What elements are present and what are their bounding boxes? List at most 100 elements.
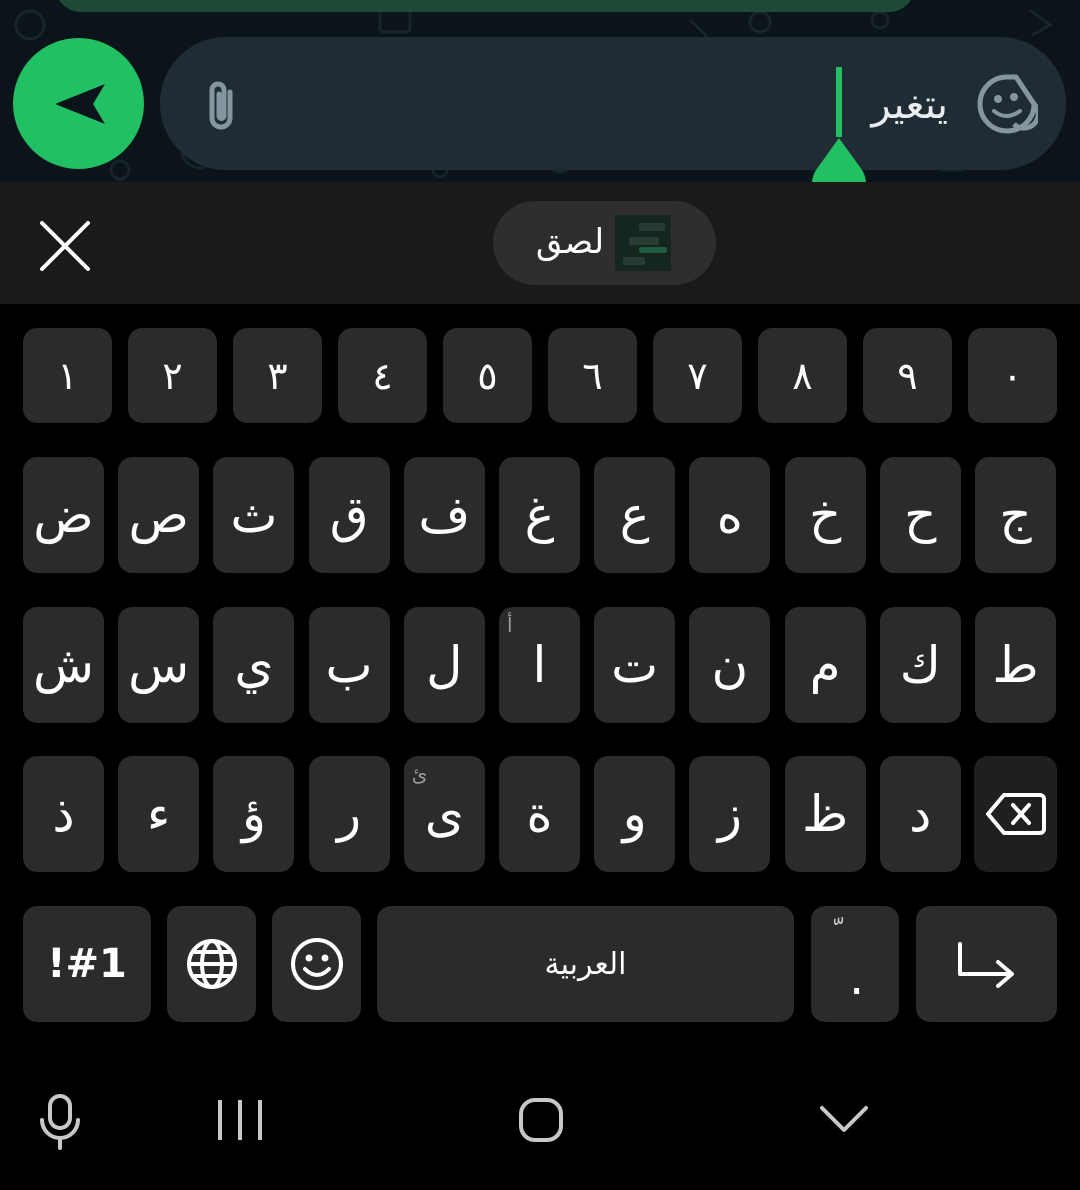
symbols-key-label: !#1 bbox=[47, 941, 127, 987]
key-letter[interactable]: أا bbox=[499, 607, 580, 723]
key-letter[interactable]: ف bbox=[403, 457, 485, 573]
key-letter[interactable]: ص bbox=[118, 457, 200, 573]
key-letter-label: ذ bbox=[52, 785, 75, 843]
key-letter[interactable]: ؤ bbox=[213, 756, 295, 872]
globe-icon bbox=[186, 939, 237, 989]
key-letter[interactable]: ز bbox=[689, 756, 771, 872]
key-letter[interactable]: ئى bbox=[403, 756, 485, 872]
period-key[interactable]: ّ . bbox=[811, 906, 899, 1022]
key-letter[interactable]: ن bbox=[689, 607, 771, 723]
key-letter-label: ر bbox=[337, 785, 362, 843]
chevron-down-icon[interactable] bbox=[818, 1104, 870, 1134]
key-letter-label: ض bbox=[33, 486, 94, 544]
key-number-2-label: ٢ bbox=[162, 353, 183, 398]
key-letter[interactable]: ة bbox=[499, 756, 580, 872]
key-letter-label: ص bbox=[128, 486, 189, 544]
period-key-label: . bbox=[849, 950, 865, 1006]
home-icon[interactable] bbox=[518, 1097, 564, 1143]
key-number-2[interactable]: ٢ bbox=[128, 328, 217, 423]
send-button[interactable] bbox=[13, 38, 144, 169]
key-letter[interactable]: ط bbox=[975, 607, 1056, 723]
clipboard-thumbnail-image bbox=[615, 215, 671, 271]
key-number-10-label: ٠ bbox=[1002, 353, 1023, 398]
key-letter-label: ا bbox=[532, 636, 547, 694]
key-letter[interactable]: ض bbox=[23, 457, 104, 573]
key-letter[interactable]: ر bbox=[308, 756, 390, 872]
sticker-icon[interactable] bbox=[976, 73, 1038, 135]
key-letter-label: ب bbox=[325, 636, 373, 694]
backspace-key[interactable] bbox=[974, 756, 1057, 872]
key-letter[interactable]: ك bbox=[879, 607, 961, 723]
key-letter[interactable]: ع bbox=[594, 457, 676, 573]
key-letter[interactable]: ظ bbox=[784, 756, 866, 872]
key-letter[interactable]: ء bbox=[118, 756, 200, 872]
key-number-3-label: ٣ bbox=[267, 353, 288, 398]
symbols-key[interactable]: !#1 bbox=[23, 906, 151, 1022]
key-letter-label: ق bbox=[329, 486, 369, 544]
smiley-icon bbox=[290, 938, 343, 990]
key-letter-label: ح bbox=[904, 486, 937, 544]
key-letter-label: ل bbox=[426, 636, 463, 694]
key-number-7-label: ٧ bbox=[687, 353, 708, 398]
enter-arrow-icon bbox=[957, 942, 1014, 988]
key-letter-label: ى bbox=[424, 785, 464, 843]
emoji-key[interactable] bbox=[272, 906, 361, 1022]
key-letter[interactable]: ل bbox=[403, 607, 485, 723]
language-key[interactable] bbox=[167, 906, 256, 1022]
key-letter-label: ء bbox=[146, 785, 171, 843]
key-number-10[interactable]: ٠ bbox=[968, 328, 1057, 423]
send-icon bbox=[54, 83, 105, 124]
key-number-5[interactable]: ٥ bbox=[443, 328, 532, 423]
key-letter[interactable]: ه bbox=[689, 457, 771, 573]
message-input-text[interactable]: يتغير bbox=[871, 77, 948, 133]
key-letter[interactable]: ب bbox=[308, 607, 390, 723]
key-letter[interactable]: ش bbox=[23, 607, 104, 723]
message-bubble-edge bbox=[55, 0, 915, 12]
key-letter-label: ش bbox=[32, 636, 95, 694]
key-letter[interactable]: و bbox=[594, 756, 676, 872]
key-number-7[interactable]: ٧ bbox=[653, 328, 742, 423]
key-number-4[interactable]: ٤ bbox=[338, 328, 427, 423]
key-letter[interactable]: خ bbox=[784, 457, 866, 573]
key-letter-hint: أ bbox=[507, 613, 513, 637]
key-letter[interactable]: ث bbox=[213, 457, 295, 573]
key-letter[interactable]: م bbox=[784, 607, 866, 723]
key-number-5-label: ٥ bbox=[477, 353, 498, 398]
key-letter-label: ع bbox=[619, 486, 650, 544]
key-letter[interactable]: ح bbox=[879, 457, 961, 573]
microphone-icon[interactable] bbox=[38, 1094, 82, 1150]
key-letter-label: ز bbox=[717, 785, 742, 843]
key-letter-label: ي bbox=[234, 636, 274, 694]
key-letter-label: و bbox=[622, 785, 647, 843]
key-letter-label: س bbox=[128, 636, 190, 694]
key-number-6-label: ٦ bbox=[582, 353, 603, 398]
key-letter[interactable]: ق bbox=[308, 457, 390, 573]
key-letter[interactable]: ت bbox=[594, 607, 676, 723]
recent-apps-icon[interactable] bbox=[216, 1098, 264, 1142]
key-number-9-label: ٩ bbox=[897, 353, 918, 398]
key-letter[interactable]: ذ bbox=[23, 756, 104, 872]
key-letter-label: ط bbox=[992, 636, 1039, 694]
key-letter-label: ؤ bbox=[241, 785, 266, 843]
space-key[interactable]: العربية bbox=[377, 906, 794, 1022]
backspace-icon bbox=[985, 793, 1046, 835]
key-letter[interactable]: ي bbox=[213, 607, 295, 723]
key-letter-label: ف bbox=[418, 486, 471, 544]
key-number-3[interactable]: ٣ bbox=[233, 328, 322, 423]
key-letter-label: ة bbox=[526, 785, 553, 843]
key-letter[interactable]: ج bbox=[975, 457, 1056, 573]
close-icon[interactable] bbox=[38, 219, 92, 273]
key-letter-label: ك bbox=[899, 636, 941, 694]
key-number-8[interactable]: ٨ bbox=[758, 328, 847, 423]
paste-label: لصق bbox=[535, 222, 605, 262]
key-letter[interactable]: س bbox=[118, 607, 200, 723]
key-letter[interactable]: د bbox=[879, 756, 961, 872]
key-letter[interactable]: غ bbox=[499, 457, 580, 573]
key-number-9[interactable]: ٩ bbox=[863, 328, 952, 423]
key-number-6[interactable]: ٦ bbox=[548, 328, 637, 423]
key-number-1[interactable]: ١ bbox=[23, 328, 112, 423]
text-cursor bbox=[836, 67, 842, 137]
key-number-8-label: ٨ bbox=[792, 353, 813, 398]
paperclip-icon[interactable] bbox=[200, 78, 244, 134]
enter-key[interactable] bbox=[916, 906, 1057, 1022]
